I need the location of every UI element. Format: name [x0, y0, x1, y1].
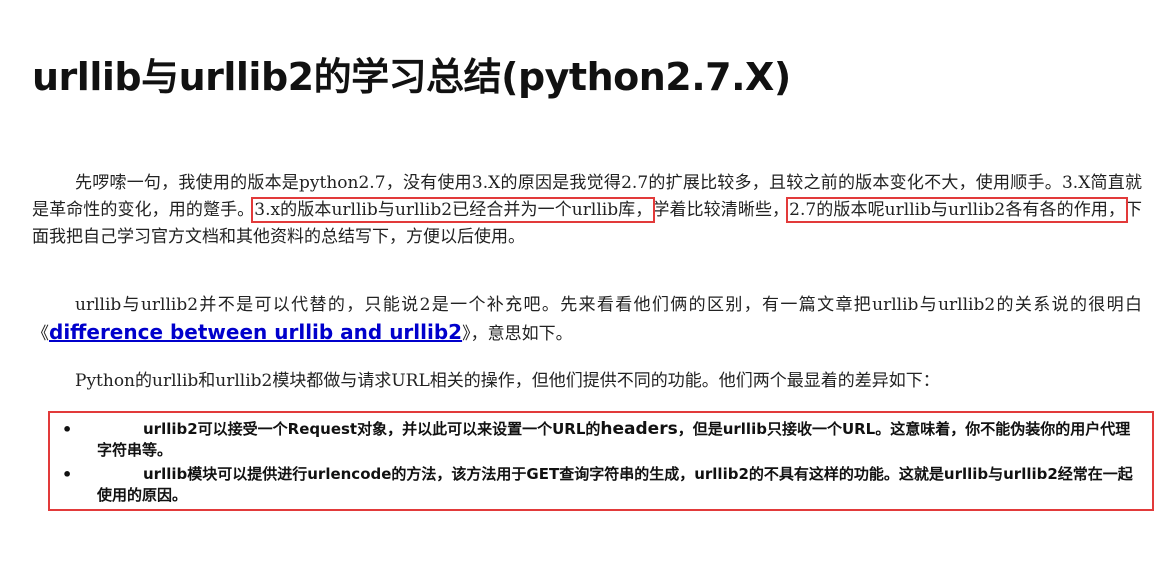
bullet-icon: • — [62, 465, 73, 484]
differences-list: • urllib2可以接受一个Request对象，并以此可以来设置一个URL的h… — [50, 419, 1152, 506]
item1-headers-word: headers — [600, 419, 678, 439]
highlight-py27-note: 2.7的版本呢urllib与urllib2各有各的作用， — [786, 197, 1129, 223]
list-item: • urllib模块可以提供进行urlencode的方法，该方法用于GET查询字… — [50, 464, 1152, 506]
list-item: • urllib2可以接受一个Request对象，并以此可以来设置一个URL的h… — [50, 419, 1152, 461]
summary-paragraph: Python的urllib和urllib2模块都做与请求URL相关的操作，但他们… — [75, 371, 940, 391]
bullet-icon: • — [62, 420, 73, 439]
comparison-paragraph: urllib与urllib2并不是可以代替的，只能说2是一个补充吧。先来看看他们… — [32, 292, 1142, 348]
intro-paragraph: 先啰嗦一句，我使用的版本是python2.7，没有使用3.X的原因是我觉得2.7… — [32, 170, 1142, 251]
highlight-py3-note: 3.x的版本urllib与urllib2已经合并为一个urllib库， — [251, 197, 656, 223]
list-item-text: urllib模块可以提供进行urlencode的方法，该方法用于GET查询字符串… — [97, 465, 1133, 504]
item1-text-a: urllib2可以接受一个Request对象，并以此可以来设置一个URL的 — [143, 420, 601, 438]
article-title: urllib与urllib2的学习总结(python2.7.X) — [32, 55, 791, 99]
intro-text-2: 学着比较清晰些， — [652, 200, 790, 220]
differences-box: • urllib2可以接受一个Request对象，并以此可以来设置一个URL的h… — [48, 411, 1154, 511]
comparison-text-2: 》，意思如下。 — [462, 324, 573, 344]
difference-article-link[interactable]: difference between urllib and urllib2 — [49, 320, 462, 344]
list-item-text: urllib2可以接受一个Request对象，并以此可以来设置一个URL的hea… — [97, 419, 1144, 461]
